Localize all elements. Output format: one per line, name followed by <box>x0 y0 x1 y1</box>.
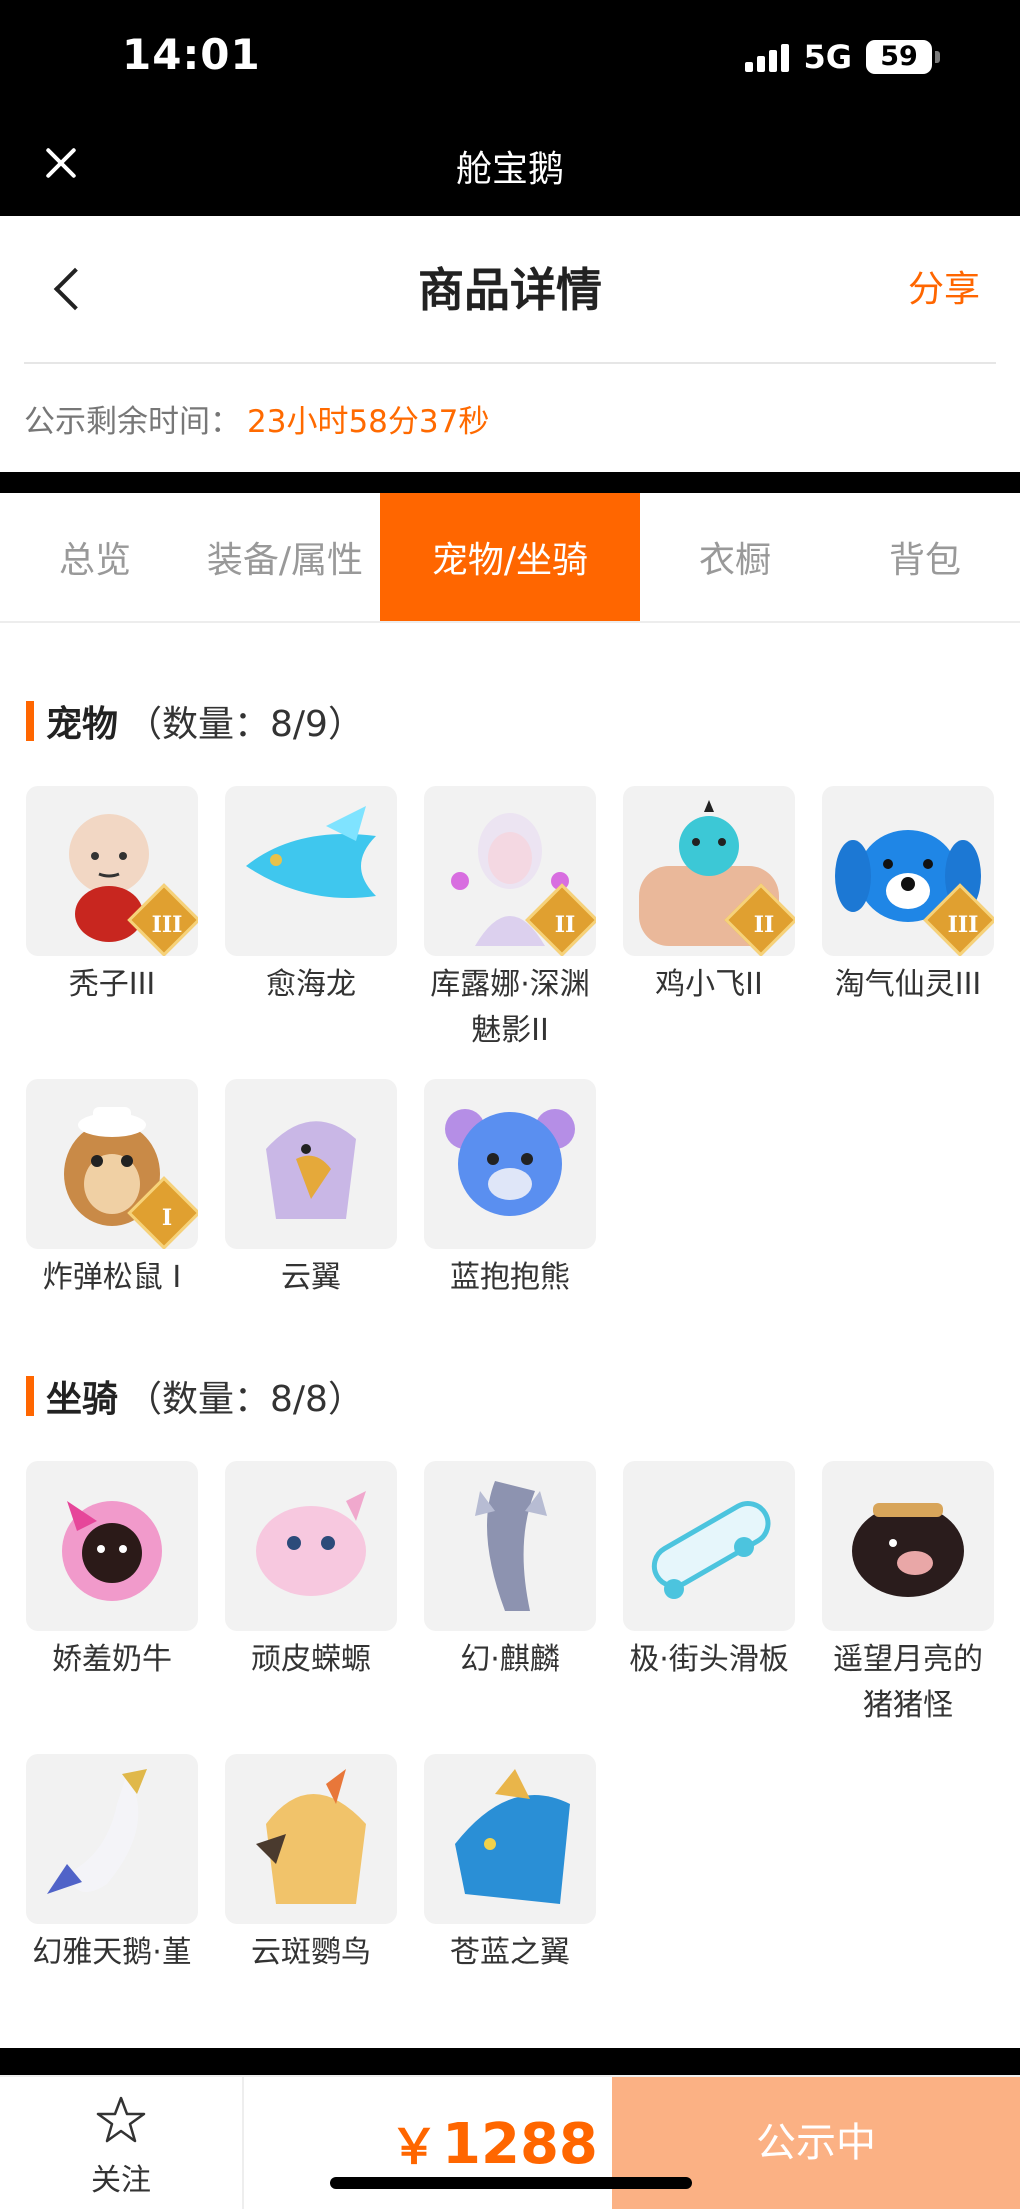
pet-item[interactable]: III 淘气仙灵III <box>822 786 994 1008</box>
skateboard-icon <box>623 1461 795 1631</box>
price: ￥1288 <box>390 2107 598 2177</box>
mount-item[interactable]: 幻·麒麟 <box>424 1461 596 1683</box>
content-area: 宠物 （数量：8/9） III 秃子III 愈海龙 II 库露娜·深渊魅影II I… <box>0 623 1020 2048</box>
mount-name: 顽皮蝾螈 <box>251 1642 371 1677</box>
battery-level: 59 <box>866 40 932 74</box>
divider <box>24 362 996 364</box>
mount-item[interactable]: 苍蓝之翼 <box>424 1754 596 1976</box>
kuluna-icon: II <box>424 786 596 956</box>
pet-item[interactable]: 云翼 <box>225 1079 397 1301</box>
moon-pig-icon <box>822 1461 994 1631</box>
mount-item[interactable]: 遥望月亮的猪猪怪 <box>822 1461 994 1729</box>
countdown-value: 23小时58分37秒 <box>247 404 490 440</box>
share-button[interactable]: 分享 <box>908 260 980 312</box>
battery-icon: 59 <box>866 40 940 74</box>
pet-name: 淘气仙灵III <box>834 967 982 1002</box>
pet-name: 鸡小飞II <box>655 967 763 1002</box>
pet-name: 库露娜·深渊魅影II <box>430 967 590 1048</box>
pet-item[interactable]: 蓝抱抱熊 <box>424 1079 596 1301</box>
mount-item[interactable]: 极·街头滑板 <box>623 1461 795 1683</box>
mount-name: 极·街头滑板 <box>629 1642 789 1677</box>
countdown-label: 公示剩余时间： <box>24 404 241 440</box>
mounts-count: （数量：8/8） <box>126 1379 364 1420</box>
mounts-section-title: 坐骑 （数量：8/8） <box>26 1370 364 1422</box>
pet-item[interactable]: I 炸弹松鼠 I <box>26 1079 198 1301</box>
mounts-title: 坐骑 <box>46 1379 119 1420</box>
pet-item[interactable]: II 库露娜·深渊魅影II <box>424 786 596 1054</box>
bomb-squirrel-icon: I <box>26 1079 198 1249</box>
status-button[interactable]: 公示中 <box>612 2077 1020 2209</box>
tab-backpack[interactable]: 背包 <box>830 493 1020 621</box>
status-time: 14:01 <box>122 30 261 79</box>
azure-wing-icon <box>424 1754 596 1924</box>
pet-name: 云翼 <box>281 1260 341 1295</box>
tab-overview[interactable]: 总览 <box>0 493 190 621</box>
sea-dragon-icon <box>225 786 397 956</box>
mount-name: 遥望月亮的猪猪怪 <box>833 1642 983 1723</box>
cloud-wing-icon <box>225 1079 397 1249</box>
mount-item[interactable]: 云斑鹦鸟 <box>225 1754 397 1976</box>
pet-name: 秃子III <box>68 967 156 1002</box>
shy-cow-icon <box>26 1461 198 1631</box>
pets-count: （数量：8/9） <box>126 704 364 745</box>
pet-name: 愈海龙 <box>266 967 356 1002</box>
pets-title: 宠物 <box>46 704 119 745</box>
mount-item[interactable]: 娇羞奶牛 <box>26 1461 198 1683</box>
axolotl-icon <box>225 1461 397 1631</box>
mount-name: 娇羞奶牛 <box>52 1642 172 1677</box>
signal-icon <box>745 42 790 72</box>
app-title: 舱宝鹅 <box>455 149 564 190</box>
mount-item[interactable]: 顽皮蝾螈 <box>225 1461 397 1683</box>
tab-equipment[interactable]: 装备/属性 <box>190 493 380 621</box>
fairy-icon: III <box>822 786 994 956</box>
page-header: 商品详情 分享 公示剩余时间： 23小时58分37秒 <box>0 216 1020 472</box>
star-icon <box>96 2096 146 2143</box>
pet-item[interactable]: III 秃子III <box>26 786 198 1008</box>
pet-item[interactable]: 愈海龙 <box>225 786 397 1008</box>
qilin-icon <box>424 1461 596 1631</box>
pet-name: 炸弹松鼠 I <box>42 1260 182 1295</box>
pets-section-title: 宠物 （数量：8/9） <box>26 695 364 747</box>
app-bar: 舱宝鹅 <box>0 120 1020 216</box>
tab-pets-mounts[interactable]: 宠物/坐骑 <box>380 493 640 621</box>
countdown: 公示剩余时间： 23小时58分37秒 <box>24 396 489 441</box>
tab-wardrobe[interactable]: 衣橱 <box>640 493 830 621</box>
pet-item[interactable]: II 鸡小飞II <box>623 786 795 1008</box>
mount-name: 幻·麒麟 <box>460 1642 560 1677</box>
mount-item[interactable]: 幻雅天鹅·堇 <box>26 1754 198 1976</box>
mount-name: 幻雅天鹅·堇 <box>32 1935 192 1970</box>
network-label: 5G <box>803 38 852 76</box>
status-icons: 5G 59 <box>745 38 940 76</box>
swan-icon <box>26 1754 198 1924</box>
bald-chibi-icon: III <box>26 786 198 956</box>
tab-bar: 总览 装备/属性 宠物/坐骑 衣橱 背包 <box>0 493 1020 623</box>
chick-icon: II <box>623 786 795 956</box>
page-title: 商品详情 <box>418 263 602 317</box>
follow-label: 关注 <box>91 2163 151 2198</box>
follow-button[interactable]: 关注 <box>0 2077 244 2209</box>
pet-name: 蓝抱抱熊 <box>450 1260 570 1295</box>
home-indicator <box>330 2177 692 2189</box>
blue-bear-icon <box>424 1079 596 1249</box>
status-bar: 14:01 5G 59 <box>0 0 1020 120</box>
mount-name: 云斑鹦鸟 <box>251 1935 371 1970</box>
mount-name: 苍蓝之翼 <box>450 1935 570 1970</box>
parrot-icon <box>225 1754 397 1924</box>
currency-symbol: ￥ <box>390 2119 439 2175</box>
price-value: 1288 <box>442 2112 598 2177</box>
